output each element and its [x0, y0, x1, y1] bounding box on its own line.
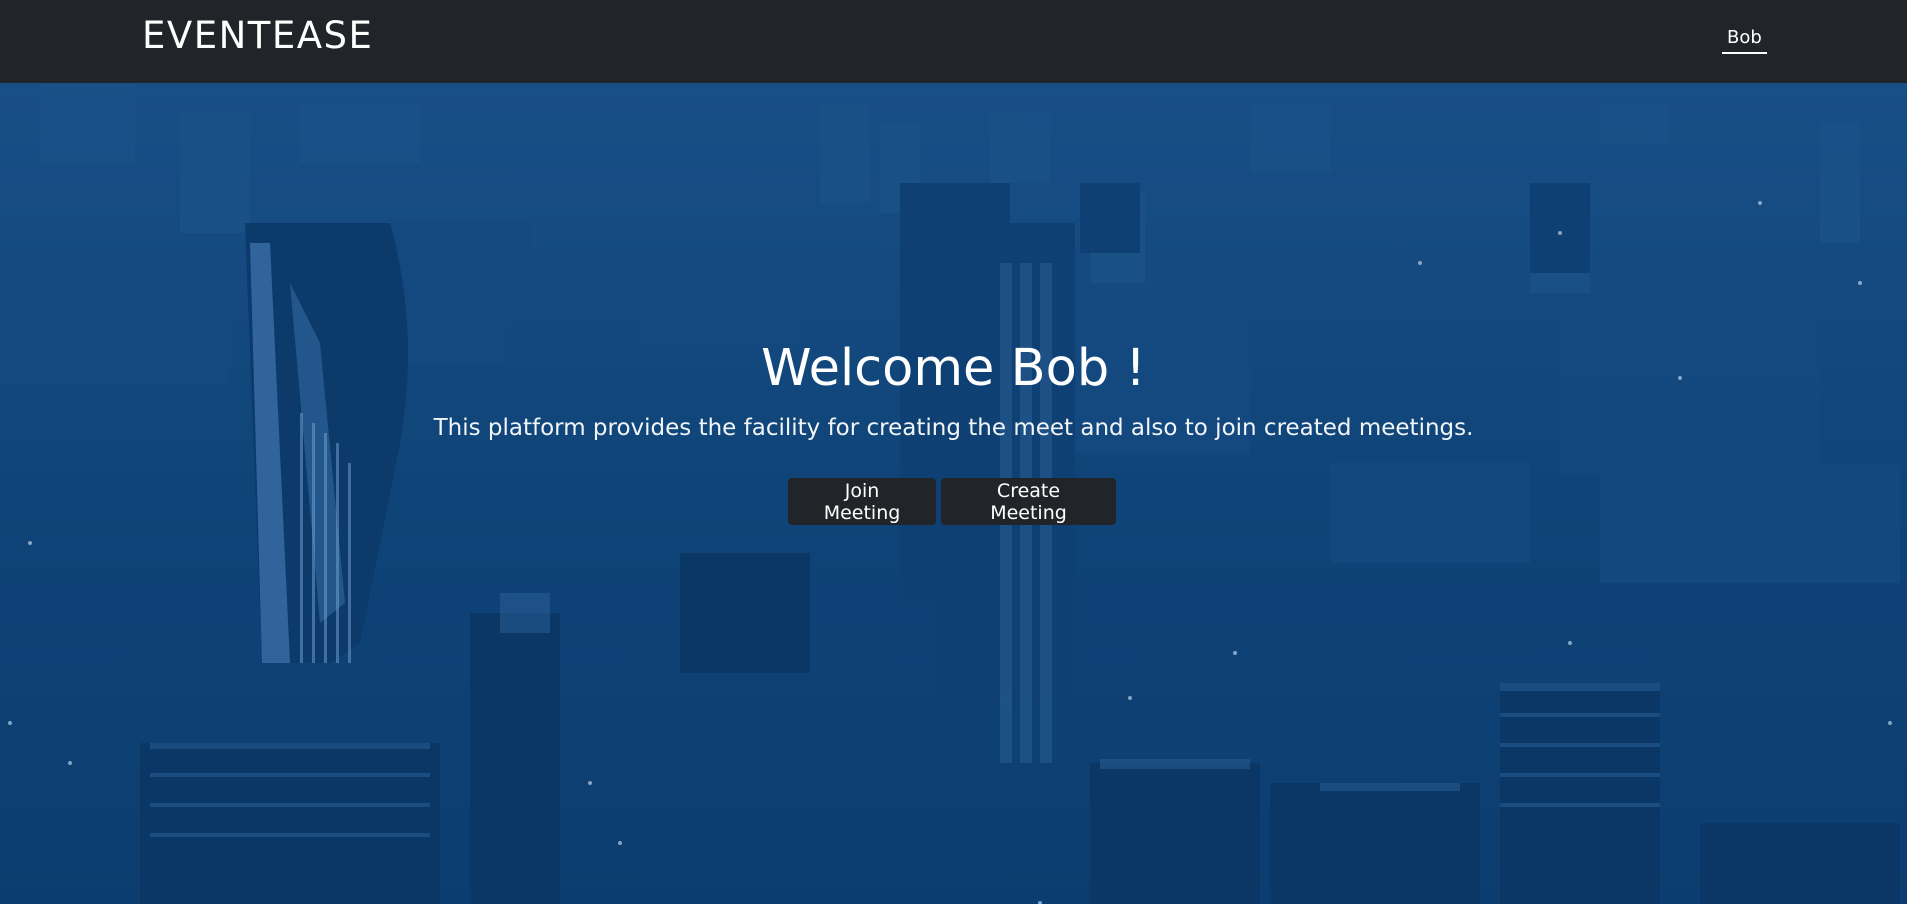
platform-description: This platform provides the facility for …	[433, 415, 1474, 441]
create-meeting-button[interactable]: Create Meeting	[941, 478, 1116, 525]
welcome-heading: Welcome Bob !	[761, 339, 1146, 398]
hero-section: Welcome Bob ! This platform provides the…	[0, 83, 1907, 904]
brand-logo[interactable]: EVENTEASE	[142, 14, 373, 57]
join-meeting-button[interactable]: Join Meeting	[788, 478, 936, 525]
user-menu-link[interactable]: Bob	[1722, 27, 1767, 54]
top-navbar: EVENTEASE Bob	[0, 0, 1907, 83]
